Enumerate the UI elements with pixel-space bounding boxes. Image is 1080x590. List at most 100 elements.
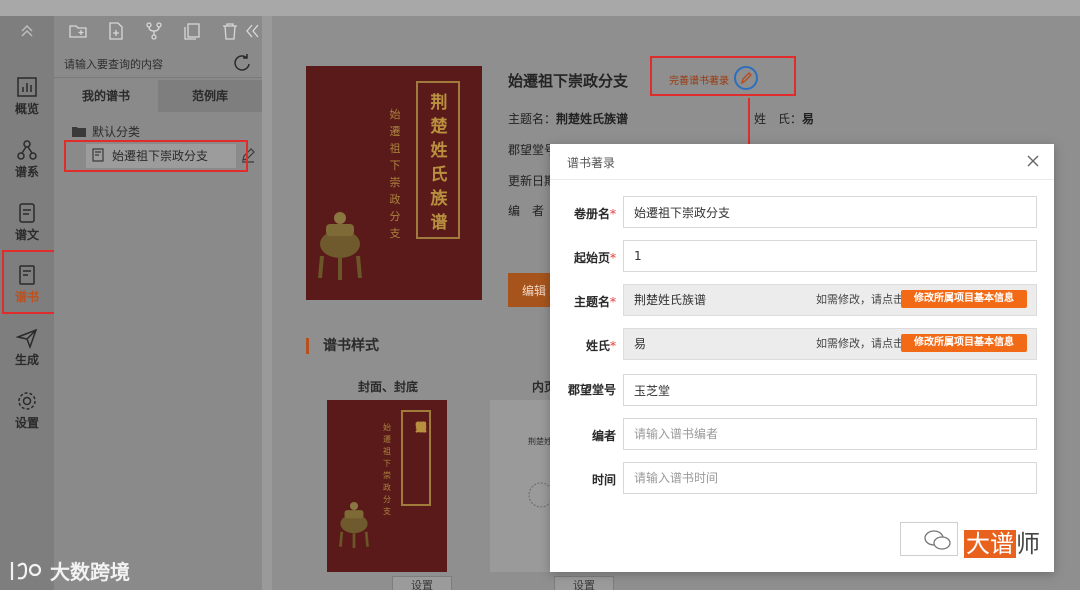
cover-subtitle: 始 遷 祖 下 崇 政 分 支 [388, 106, 402, 242]
edit-project-info-button[interactable]: 修改所属项目基本信息 [901, 334, 1027, 352]
thumb-inner-page[interactable]: 荆楚姓 [490, 400, 554, 572]
tree-icon [17, 140, 37, 160]
cover-sub-char: 政 [389, 193, 401, 206]
label-hall-name: 郡望堂号 [567, 383, 616, 397]
rail-item-label: 生成 [14, 353, 39, 367]
start-page-input[interactable] [623, 240, 1037, 272]
cover-sub-char: 始 [389, 108, 401, 121]
thumb-cover-frame: 荆 楚 姓 氏 族 谱 [401, 410, 431, 506]
refresh-icon[interactable] [232, 53, 252, 73]
hall-name-input[interactable] [623, 374, 1037, 406]
watermark-logo-icon [10, 562, 42, 580]
cover-sub-char: 遷 [389, 125, 401, 138]
label-theme: 主题名* [550, 293, 616, 310]
new-folder-icon[interactable] [68, 21, 88, 41]
cover-title-char: 楚 [430, 117, 448, 137]
label-text: 卷册名 [573, 207, 610, 221]
delete-icon[interactable] [220, 21, 240, 41]
label-surname: 姓氏* [550, 337, 616, 354]
inner-settings-button[interactable]: 设置 [554, 576, 614, 590]
thumb-cover-label: 封面、封底 [358, 380, 419, 394]
volume-name-input[interactable] [623, 196, 1037, 228]
search-placeholder[interactable]: 请输入要查询的内容 [64, 56, 163, 72]
bronze-vessel-image [318, 212, 362, 280]
label-text: 主题名 [573, 295, 610, 309]
collapse-up-icon[interactable] [15, 24, 39, 44]
rail-item-overview[interactable]: 概览 [0, 70, 54, 128]
watermark-left: 大数跨境 [8, 556, 148, 584]
rail-item-text[interactable]: 谱文 [0, 196, 54, 254]
meta-theme-label: 主题名： [508, 112, 557, 126]
edit-project-info-button[interactable]: 修改所属项目基本信息 [901, 290, 1027, 308]
folder-icon [72, 127, 86, 137]
cover-title-char: 氏 [430, 165, 448, 185]
cover-sub-char: 支 [389, 227, 401, 240]
dialog-title: 谱书著录 [567, 156, 616, 170]
meta-surname: 姓 氏：易 [754, 110, 814, 127]
thumb-sub-char: 分 [383, 495, 391, 504]
panel-divider[interactable] [262, 16, 272, 590]
watermark-wechat-box [900, 522, 958, 556]
meta-editor: 编 者 [508, 204, 545, 218]
meta-surname-value: 易 [802, 112, 815, 126]
cover-settings-button[interactable]: 设置 [392, 576, 452, 590]
required-mark: * [610, 295, 616, 309]
cover-title-char: 族 [430, 189, 448, 209]
wechat-icon [924, 530, 951, 550]
rail-item-label: 谱文 [14, 228, 39, 242]
tab-examples[interactable]: 范例库 [158, 80, 262, 112]
cover-sub-char: 崇 [389, 176, 401, 189]
meta-update: 更新日期 [508, 174, 557, 188]
cover-title-frame: 荆 楚 姓 氏 族 谱 [416, 81, 460, 239]
required-mark: * [610, 339, 616, 353]
book-cover: 荆 楚 姓 氏 族 谱 始 遷 祖 下 崇 政 分 支 [306, 66, 482, 300]
label-time: 时间 [591, 473, 616, 487]
rail-item-label: 谱系 [14, 165, 39, 179]
edit-button-label: 编辑 [522, 284, 547, 298]
book-title: 始遷祖下崇政分支 [508, 72, 629, 90]
branch-icon[interactable] [144, 21, 164, 41]
tree-search[interactable]: 请输入要查询的内容 [54, 48, 262, 78]
copy-icon[interactable] [182, 21, 202, 41]
dialog-header: 谱书著录 [550, 144, 1054, 180]
watermark-left-text: 大数跨境 [50, 560, 130, 584]
close-icon[interactable] [1026, 154, 1040, 168]
rail-item-lineage[interactable]: 谱系 [0, 133, 54, 191]
meta-theme-value: 荆楚姓氏族谱 [556, 112, 629, 126]
cover-title-char: 谱 [430, 213, 448, 233]
edit-button[interactable]: 编辑 [508, 273, 552, 307]
rail-item-label: 设置 [14, 416, 39, 430]
theme-field: 荆楚姓氏族谱 如需修改，请点击 修改所属项目基本信息 [623, 284, 1037, 316]
bar-chart-icon [17, 77, 37, 97]
tab-my-books[interactable]: 我的谱书 [54, 80, 158, 112]
theme-hint: 如需修改，请点击 [816, 293, 904, 306]
cover-sub-char: 下 [389, 159, 401, 172]
highlight-complete-link [650, 56, 796, 96]
label-editor: 编者 [591, 429, 616, 443]
editor-input[interactable] [623, 418, 1037, 450]
book-tree-panel: 请输入要查询的内容 我的谱书 范例库 默认分类 始遷祖下崇政分支 [54, 16, 262, 590]
new-file-icon[interactable] [106, 21, 126, 41]
tree-tabs: 我的谱书 范例库 [54, 80, 262, 112]
cover-title-text: 荆 楚 姓 氏 族 谱 [428, 91, 450, 235]
cover-sub-char: 祖 [389, 142, 401, 155]
rail-item-label: 概览 [14, 102, 39, 116]
rail-item-settings[interactable]: 设置 [0, 384, 54, 442]
collapse-left-icon[interactable] [244, 21, 260, 41]
thumb-cover-subtitle: 始 遷 祖 下 崇 政 分 支 [383, 422, 393, 518]
time-input[interactable] [623, 462, 1037, 494]
required-mark: * [610, 251, 616, 265]
thumb-title-char: 谱 [415, 421, 427, 434]
label-start-page: 起始页* [550, 249, 616, 266]
thumb-sub-char: 政 [383, 483, 391, 492]
surname-value: 易 [634, 337, 647, 351]
rail-item-generate[interactable]: 生成 [0, 321, 54, 379]
cover-sub-char: 分 [389, 210, 401, 223]
thumb-cover[interactable]: 荆 楚 姓 氏 族 谱 始 遷 祖 下 崇 政 分 支 [327, 400, 447, 572]
thumb-sub-char: 祖 [383, 447, 391, 456]
brand-part-a: 大谱 [964, 530, 1016, 558]
tree-folder[interactable]: 默认分类 [72, 123, 140, 141]
thumb-sub-char: 支 [383, 507, 391, 516]
document-icon [19, 203, 35, 223]
cover-title-char: 姓 [430, 141, 448, 161]
